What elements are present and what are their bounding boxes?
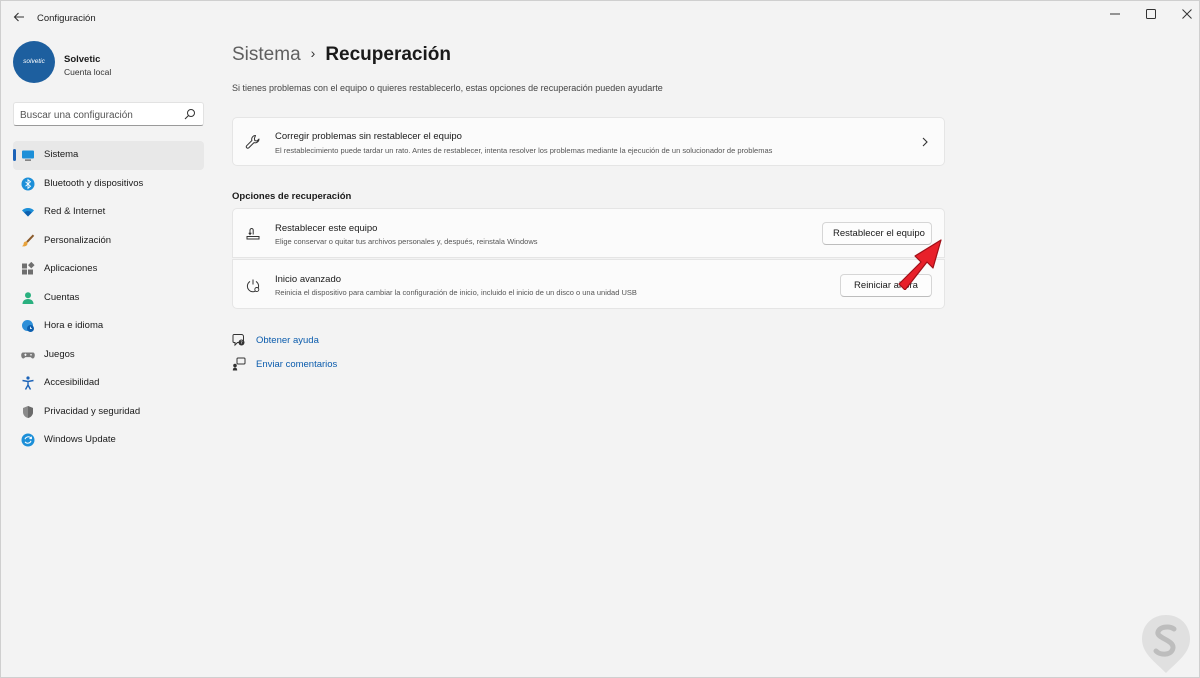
profile-account-type: Cuenta local bbox=[64, 67, 112, 77]
sidebar-item-label: Bluetooth y dispositivos bbox=[44, 177, 144, 189]
advanced-card-description: Reinicia el dispositivo para cambiar la … bbox=[275, 288, 637, 297]
sidebar-item-red[interactable]: Red & Internet bbox=[13, 198, 204, 227]
sidebar-item-privacidad[interactable]: Privacidad y seguridad bbox=[13, 398, 204, 427]
sidebar-item-windows-update[interactable]: Windows Update bbox=[13, 426, 204, 455]
settings-window: Configuración solvetic Solvetic Cuenta l… bbox=[0, 0, 1200, 678]
sidebar-item-label: Windows Update bbox=[44, 434, 116, 445]
back-arrow-icon bbox=[13, 12, 24, 22]
sidebar-item-label: Red & Internet bbox=[44, 206, 106, 217]
sidebar-item-label: Personalización bbox=[44, 234, 112, 246]
sidebar-nav: Sistema Bluetooth y dispositivos Red & I… bbox=[13, 141, 204, 455]
title-bar: Configuración bbox=[1, 1, 1199, 35]
sidebar-item-accesibilidad[interactable]: Accesibilidad bbox=[13, 369, 204, 398]
search-icon[interactable] bbox=[184, 108, 196, 120]
breadcrumb-separator: › bbox=[310, 45, 316, 61]
search-box[interactable] bbox=[13, 102, 204, 126]
sidebar-item-juegos[interactable]: Juegos bbox=[13, 341, 204, 370]
sidebar-item-label: Juegos bbox=[44, 348, 75, 360]
globe-clock-icon bbox=[22, 320, 34, 332]
sidebar-item-label: Aplicaciones bbox=[44, 263, 98, 274]
fix-problems-card[interactable]: Corregir problemas sin restablecer el eq… bbox=[232, 117, 945, 166]
advanced-startup-card: Inicio avanzado Reinicia el dispositivo … bbox=[232, 259, 945, 309]
advanced-startup-icon bbox=[246, 279, 260, 293]
recovery-options-header: Opciones de recuperación bbox=[232, 191, 352, 202]
wifi-icon bbox=[22, 208, 34, 217]
fix-card-description: El restablecimiento puede tardar un rato… bbox=[275, 146, 773, 155]
person-icon bbox=[22, 291, 34, 304]
profile-name: Solvetic bbox=[64, 54, 101, 65]
watermark-logo-icon bbox=[1142, 615, 1190, 673]
sidebar-item-aplicaciones[interactable]: Aplicaciones bbox=[13, 255, 204, 284]
sidebar-item-bluetooth[interactable]: Bluetooth y dispositivos bbox=[13, 170, 204, 199]
get-help-label: Obtener ayuda bbox=[256, 335, 319, 346]
page-subtitle: Si tienes problemas con el equipo o quie… bbox=[232, 83, 663, 93]
sidebar-item-label: Hora e idioma bbox=[44, 320, 104, 331]
annotation-arrow-icon bbox=[898, 239, 942, 290]
maximize-button[interactable] bbox=[1133, 5, 1169, 25]
sidebar-item-sistema[interactable]: Sistema bbox=[13, 141, 204, 170]
avatar: solvetic bbox=[13, 41, 55, 83]
bluetooth-icon bbox=[21, 177, 35, 190]
app-title: Configuración bbox=[37, 13, 96, 24]
back-button[interactable] bbox=[11, 11, 27, 27]
close-icon bbox=[1182, 9, 1192, 19]
update-icon bbox=[21, 433, 35, 447]
maximize-icon bbox=[1146, 9, 1156, 19]
paintbrush-icon bbox=[22, 234, 35, 246]
minimize-button[interactable] bbox=[1097, 5, 1133, 25]
page-title: Recuperación bbox=[325, 44, 451, 65]
send-feedback-label: Enviar comentarios bbox=[256, 358, 338, 370]
avatar-text: solvetic bbox=[23, 58, 45, 65]
apps-icon bbox=[22, 262, 35, 275]
minimize-icon bbox=[1110, 13, 1120, 15]
shield-icon bbox=[23, 405, 33, 418]
breadcrumb-parent[interactable]: Sistema bbox=[232, 44, 301, 65]
reset-pc-card: Restablecer este equipo Elige conservar … bbox=[232, 208, 945, 258]
sidebar-item-label: Cuentas bbox=[44, 291, 80, 303]
breadcrumb: Sistema › Recuperación bbox=[232, 44, 451, 70]
accessibility-icon bbox=[22, 376, 34, 390]
chevron-right-icon bbox=[922, 137, 928, 147]
help-icon: ? bbox=[232, 334, 245, 347]
user-profile[interactable]: solvetic Solvetic Cuenta local bbox=[13, 41, 203, 87]
advanced-card-title: Inicio avanzado bbox=[275, 274, 342, 285]
gamepad-icon bbox=[21, 352, 35, 358]
sidebar-item-label: Sistema bbox=[44, 149, 79, 160]
reset-card-title: Restablecer este equipo bbox=[275, 223, 378, 234]
wrench-icon bbox=[245, 135, 260, 149]
sidebar-item-cuentas[interactable]: Cuentas bbox=[13, 284, 204, 313]
sidebar-item-personalizacion[interactable]: Personalización bbox=[13, 227, 204, 256]
feedback-icon bbox=[232, 357, 246, 370]
reset-pc-icon bbox=[246, 228, 260, 240]
monitor-icon bbox=[22, 150, 34, 161]
reset-card-description: Elige conservar o quitar tus archivos pe… bbox=[275, 237, 538, 246]
sidebar-item-label: Privacidad y seguridad bbox=[44, 405, 141, 417]
fix-card-title: Corregir problemas sin restablecer el eq… bbox=[275, 131, 462, 142]
sidebar-item-label: Accesibilidad bbox=[44, 377, 100, 388]
sidebar-item-hora-idioma[interactable]: Hora e idioma bbox=[13, 312, 204, 341]
close-button[interactable] bbox=[1169, 5, 1199, 25]
search-input[interactable] bbox=[20, 108, 180, 122]
